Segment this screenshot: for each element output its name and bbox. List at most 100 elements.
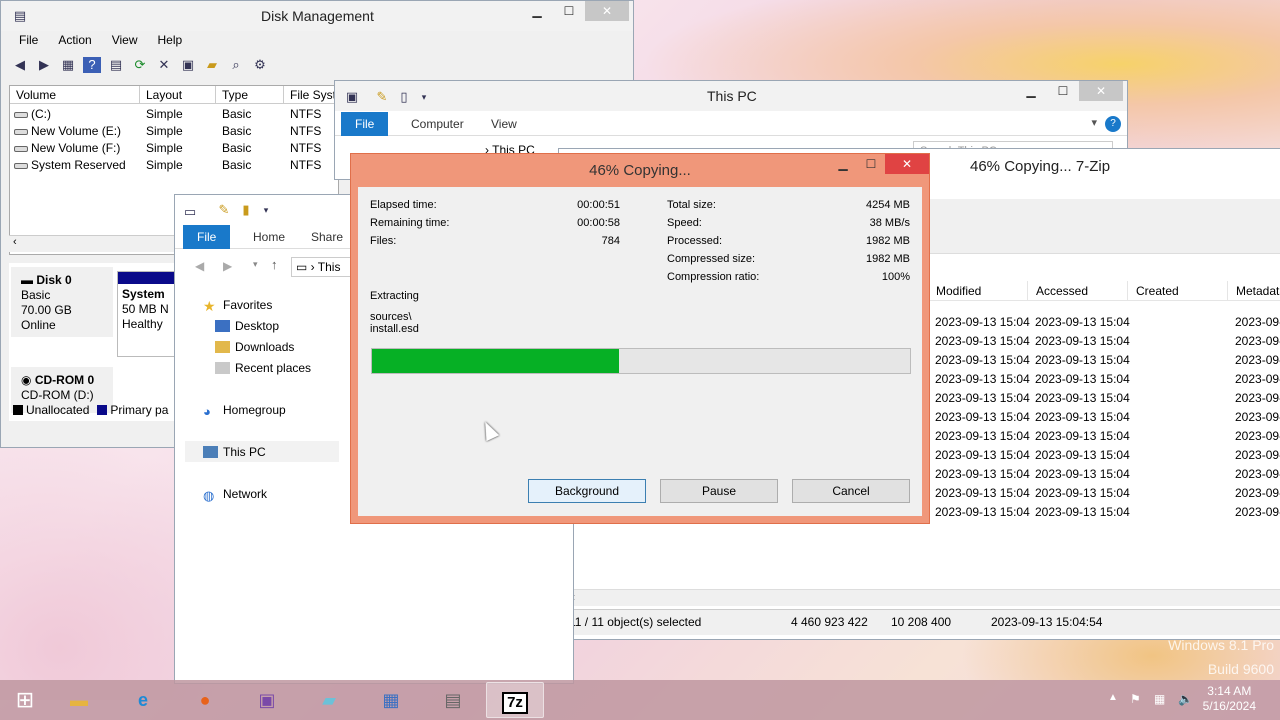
progress-fill: [372, 349, 620, 373]
nav-favorites[interactable]: ★ Favorites: [203, 298, 272, 314]
clock[interactable]: 3:14 AM 5/16/2024: [1203, 684, 1256, 714]
customize-icon[interactable]: ▾: [415, 89, 433, 105]
column-accessed[interactable]: Accessed: [1027, 281, 1127, 301]
title-bar: ▣ ✎ ▯ ▾ This PC ▁ ☐ ✕: [335, 81, 1127, 111]
help-icon[interactable]: ?: [1105, 116, 1121, 132]
tab-file[interactable]: File: [183, 225, 231, 249]
partition-system[interactable]: System 50 MB N Healthy: [117, 271, 175, 357]
properties-icon[interactable]: ▤: [107, 57, 125, 73]
cell-metadata: 2023-09-: [1235, 467, 1280, 481]
disk0-header[interactable]: ▬ Disk 0 Basic 70.00 GB Online: [11, 267, 113, 337]
refresh-icon[interactable]: ⟳: [131, 57, 149, 73]
cdrom-label: CD-ROM (D:): [21, 388, 94, 402]
cell-metadata: 2023-09-: [1235, 410, 1280, 424]
column-metadata[interactable]: Metadata: [1227, 281, 1280, 301]
menu-action[interactable]: Action: [58, 33, 91, 47]
menu-file[interactable]: File: [19, 33, 38, 47]
minimize-button[interactable]: ▁: [829, 154, 857, 174]
computer-icon: [203, 446, 218, 458]
pause-button[interactable]: Pause: [660, 479, 778, 503]
storage-icon[interactable]: ▣: [238, 682, 296, 718]
nav-desktop[interactable]: Desktop: [215, 319, 279, 333]
notepad-icon[interactable]: ▰: [300, 682, 358, 718]
column-type[interactable]: Type: [216, 86, 284, 104]
column-layout[interactable]: Layout: [140, 86, 216, 104]
maximize-button[interactable]: ☐: [1047, 81, 1079, 101]
maximize-button[interactable]: ☐: [553, 1, 585, 21]
firefox-icon[interactable]: ●: [176, 682, 234, 718]
disk-icon[interactable]: ▣: [179, 57, 197, 73]
up-icon[interactable]: ↑: [271, 257, 278, 272]
expand-ribbon-icon[interactable]: ▾: [1091, 116, 1097, 129]
disk-icon: ▬: [21, 273, 33, 287]
properties-icon[interactable]: ✎: [215, 202, 233, 218]
volume-muted-icon[interactable]: 🔈: [1178, 692, 1193, 706]
tab-home[interactable]: Home: [239, 225, 299, 249]
new-folder-icon[interactable]: ▮: [237, 202, 255, 218]
search-icon[interactable]: ⌕: [227, 57, 245, 73]
sevenzip-taskbar-button[interactable]: 7z: [486, 682, 544, 718]
maximize-button[interactable]: ☐: [857, 154, 885, 174]
nav-network[interactable]: ◍ Network: [203, 487, 267, 503]
recent-locations-icon[interactable]: ▾: [253, 259, 258, 270]
tab-computer[interactable]: Computer: [397, 112, 478, 136]
back-icon[interactable]: ◀: [195, 259, 204, 273]
menu-view[interactable]: View: [112, 33, 138, 47]
tab-view[interactable]: View: [477, 112, 531, 136]
nav-recent-places[interactable]: Recent places: [215, 361, 311, 375]
properties-icon[interactable]: ✎: [373, 89, 391, 105]
partition-bar: [118, 272, 174, 284]
nav-label: Downloads: [235, 340, 295, 354]
homegroup-icon: ◕: [203, 404, 211, 419]
nav-downloads[interactable]: Downloads: [215, 340, 294, 354]
menu-help[interactable]: Help: [158, 33, 183, 47]
forward-icon[interactable]: ▶: [35, 57, 53, 73]
disk-management-icon: ▤: [13, 8, 27, 23]
cell-modified: 2023-09-13 15:04: [935, 315, 1030, 329]
show-hidden-icons[interactable]: ▲: [1108, 692, 1118, 703]
console-tree-icon[interactable]: ▦: [59, 57, 77, 73]
toolbar: [927, 199, 1280, 254]
cancel-button[interactable]: Cancel: [792, 479, 910, 503]
minimize-button[interactable]: ▁: [521, 1, 553, 21]
help-icon[interactable]: ?: [83, 57, 101, 73]
action-center-icon[interactable]: ⚑: [1130, 692, 1141, 706]
start-button[interactable]: ⊞: [0, 682, 50, 718]
new-folder-icon[interactable]: ▯: [395, 89, 413, 105]
printer-icon[interactable]: ▤: [424, 682, 482, 718]
close-button[interactable]: ✕: [1079, 81, 1123, 101]
column-volume[interactable]: Volume: [10, 86, 140, 104]
drive-icon: [14, 162, 28, 169]
ribbon-tabs: File Computer View ▾ ?: [335, 112, 1127, 136]
menu-bar: File Action View Help: [19, 33, 182, 47]
column-created[interactable]: Created: [1127, 281, 1227, 301]
file-list-header: Modified Accessed Created Metadata: [927, 281, 1280, 301]
customize-icon[interactable]: ▾: [257, 202, 275, 218]
close-button[interactable]: ✕: [885, 154, 929, 174]
computer-management-icon[interactable]: ▦: [362, 682, 420, 718]
tab-file[interactable]: File: [341, 112, 389, 136]
background-button[interactable]: Background: [528, 479, 646, 503]
forward-icon[interactable]: ▶: [223, 259, 232, 273]
delete-icon[interactable]: ✕: [155, 57, 173, 73]
open-folder-icon[interactable]: ▰: [203, 57, 221, 73]
minimize-button[interactable]: ▁: [1015, 81, 1047, 101]
scroll-left-icon[interactable]: ‹: [13, 236, 17, 248]
back-icon[interactable]: ◀: [11, 57, 29, 73]
dialog-body: Elapsed time: 00:00:51 Remaining time: 0…: [358, 187, 922, 516]
close-button[interactable]: ✕: [585, 1, 629, 21]
internet-explorer-icon[interactable]: e: [114, 682, 172, 718]
settings-icon[interactable]: ⚙: [251, 57, 269, 73]
nav-homegroup[interactable]: ◕ Homegroup: [203, 403, 286, 419]
cell-modified: 2023-09-13 15:04: [935, 505, 1030, 519]
volume-name: New Volume (E:): [31, 124, 122, 138]
progress-bar: [371, 348, 911, 374]
network-tray-icon[interactable]: ▦: [1154, 692, 1165, 706]
volume-fs: NTFS: [290, 124, 322, 138]
nav-this-pc[interactable]: This PC: [203, 445, 266, 459]
tab-share[interactable]: Share: [297, 225, 357, 249]
horizontal-scrollbar[interactable]: ‹: [567, 589, 1280, 606]
cell-metadata: 2023-09-: [1235, 334, 1280, 348]
column-modified[interactable]: Modified: [927, 281, 1027, 301]
file-explorer-icon[interactable]: ▬: [50, 682, 108, 718]
